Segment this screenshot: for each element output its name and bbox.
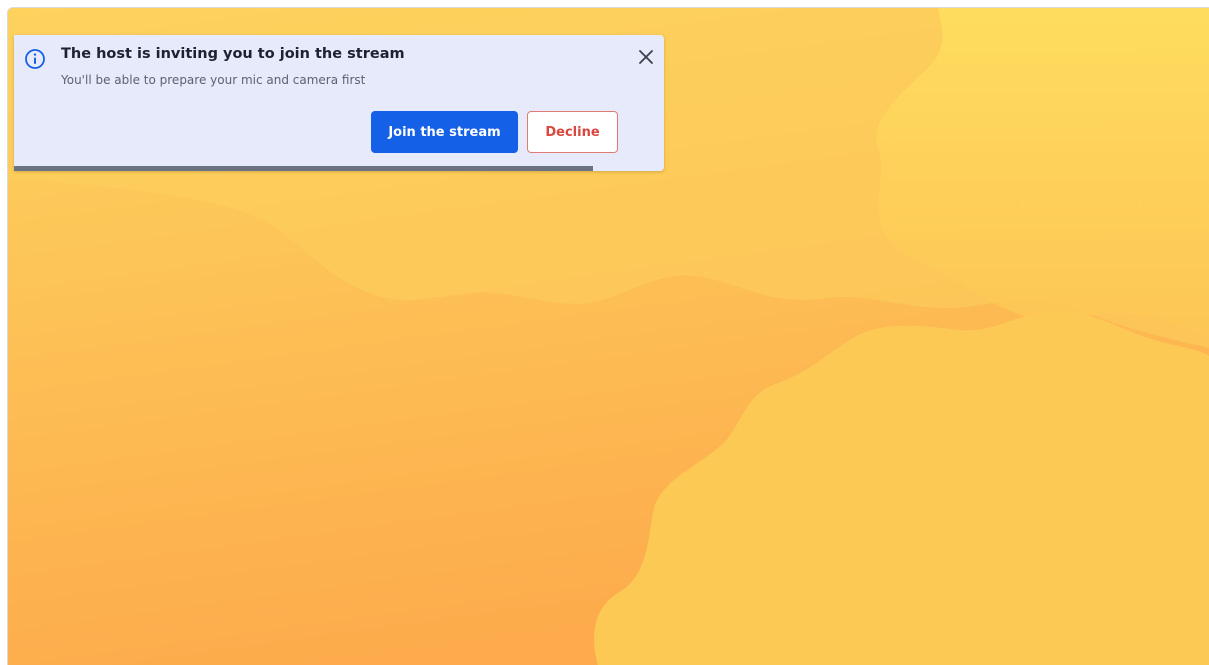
stream-stage: The host is inviting you to join the str… (7, 7, 1209, 665)
notification-title: The host is inviting you to join the str… (61, 46, 405, 62)
join-stream-button[interactable]: Join the stream (371, 111, 518, 153)
decline-button[interactable]: Decline (527, 111, 618, 153)
progress-fill (14, 166, 593, 171)
auto-dismiss-progress (14, 166, 664, 171)
close-icon[interactable] (634, 45, 658, 69)
notification-subtitle: You'll be able to prepare your mic and c… (61, 73, 366, 87)
info-icon (24, 48, 46, 70)
join-stream-notification: The host is inviting you to join the str… (14, 35, 664, 171)
